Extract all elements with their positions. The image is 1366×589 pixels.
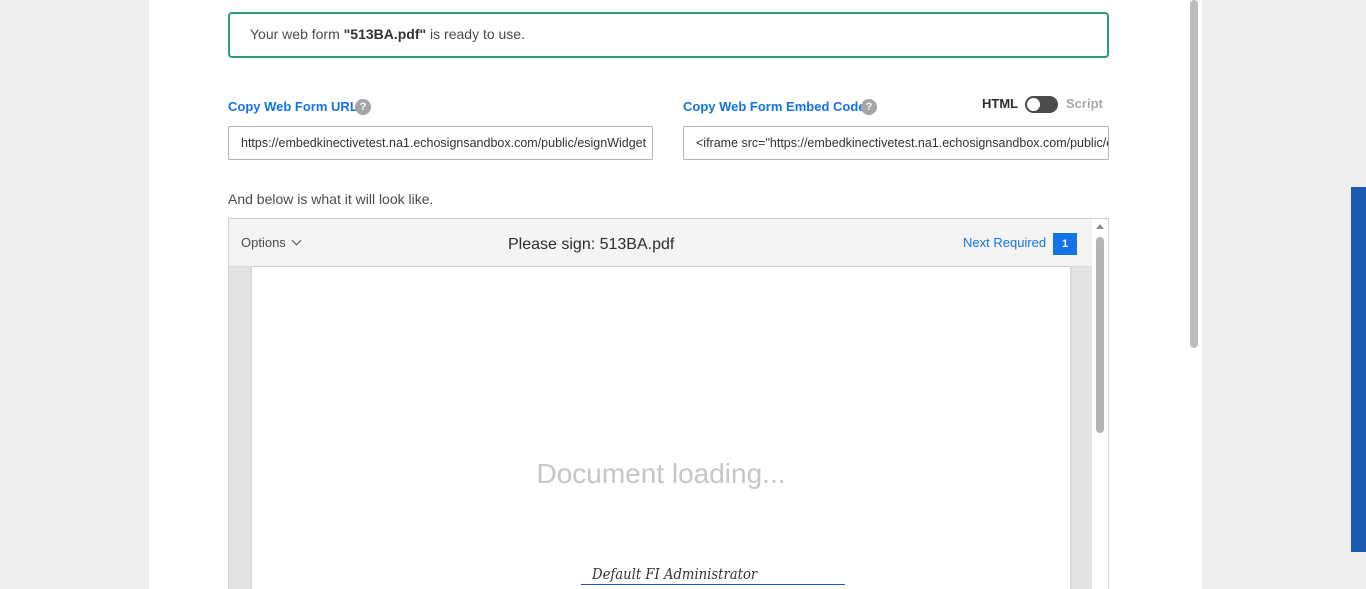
- url-help-icon[interactable]: ?: [355, 99, 371, 115]
- toggle-script-label[interactable]: Script: [1066, 96, 1103, 111]
- scroll-up-arrow-icon[interactable]: [1096, 224, 1104, 229]
- document-loading-text: Document loading...: [536, 458, 786, 489]
- signature-name: Default FI Administrator: [592, 565, 758, 583]
- toggle-knob: [1027, 98, 1040, 111]
- preview-title: Please sign: 513BA.pdf: [508, 236, 675, 253]
- banner-prefix: Your web form: [250, 26, 344, 42]
- next-required-link[interactable]: Next Required: [963, 235, 1046, 250]
- embed-code-field[interactable]: <iframe src="https://embedkinectivetest.…: [683, 126, 1109, 160]
- banner-filename: "513BA.pdf": [343, 26, 427, 42]
- copy-embed-code-label[interactable]: Copy Web Form Embed Code: [683, 99, 866, 114]
- web-form-url-field[interactable]: https://embedkinectivetest.na1.echosigns…: [228, 126, 653, 160]
- main-panel: Your web form "513BA.pdf" is ready to us…: [149, 0, 1202, 589]
- copy-web-form-url-label[interactable]: Copy Web Form URL: [228, 99, 358, 114]
- toggle-html-label[interactable]: HTML: [982, 96, 1018, 111]
- page-scrollbar-thumb[interactable]: [1190, 0, 1198, 348]
- banner-suffix: is ready to use.: [426, 26, 525, 42]
- options-label: Options: [241, 235, 286, 250]
- preview-header: Options Please sign: 513BA.pdf Next Requ…: [229, 219, 1092, 267]
- side-panel-tab[interactable]: [1351, 187, 1366, 552]
- document-page: Document loading... Default FI Administr…: [252, 267, 1070, 589]
- web-form-ready-banner: Your web form "513BA.pdf" is ready to us…: [228, 12, 1109, 58]
- options-menu[interactable]: Options: [241, 235, 302, 250]
- embed-help-icon[interactable]: ?: [861, 99, 877, 115]
- preview-scrollbar[interactable]: [1092, 219, 1108, 589]
- signature-line: [581, 584, 845, 585]
- preview-scroll-thumb[interactable]: [1096, 237, 1104, 433]
- html-script-toggle[interactable]: [1025, 96, 1058, 113]
- next-required-count-badge[interactable]: 1: [1053, 233, 1077, 255]
- preview-intro-text: And below is what it will look like.: [228, 191, 434, 207]
- signing-preview: Options Please sign: 513BA.pdf Next Requ…: [228, 218, 1109, 589]
- chevron-down-icon: [291, 235, 302, 246]
